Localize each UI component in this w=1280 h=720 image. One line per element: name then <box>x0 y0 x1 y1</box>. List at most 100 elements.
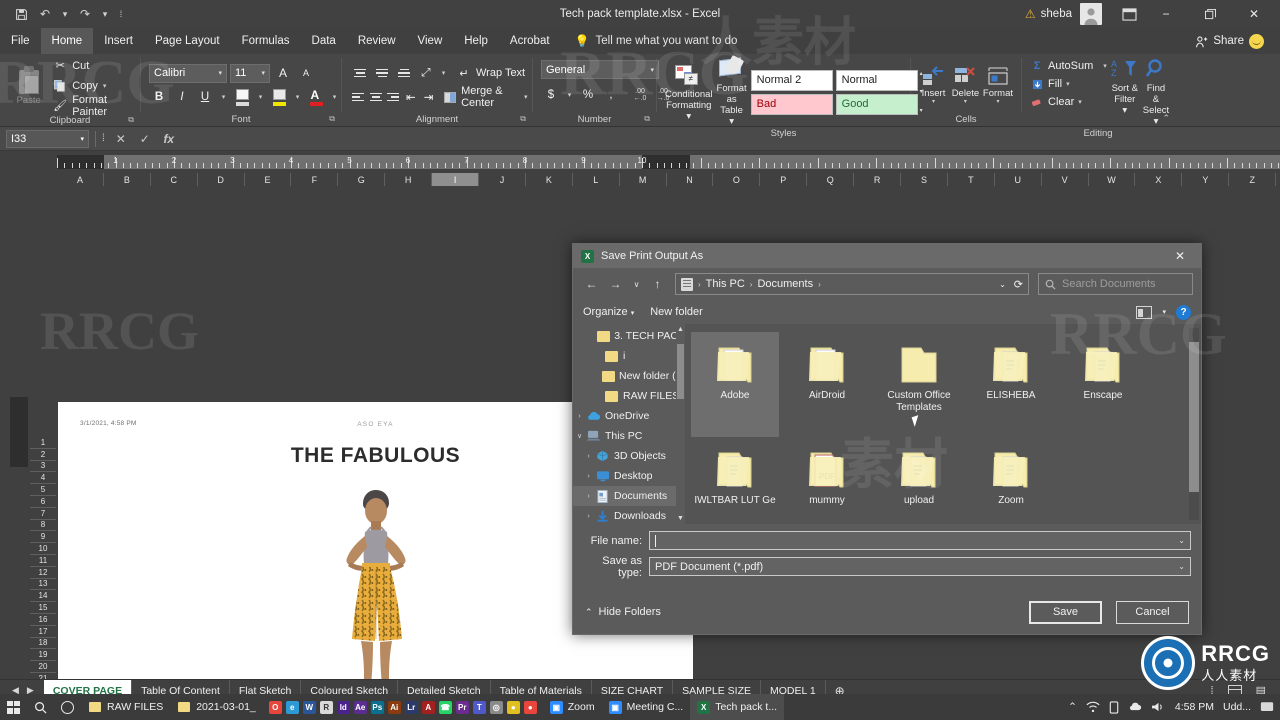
file-item[interactable]: upload <box>875 437 963 524</box>
file-item[interactable]: PDF mummy <box>783 437 871 524</box>
number-format-combo[interactable]: General ▾ <box>541 60 659 79</box>
edge-icon[interactable]: e <box>285 700 299 714</box>
row-header-11[interactable]: 11 <box>30 555 56 567</box>
teams-icon[interactable]: T <box>472 700 486 714</box>
column-header-G[interactable]: G <box>338 173 386 186</box>
column-header-R[interactable]: R <box>854 173 902 186</box>
tree-expander-icon[interactable]: › <box>582 493 595 500</box>
save-button[interactable]: Save <box>1029 600 1102 624</box>
breadcrumb-documents[interactable]: Documents <box>757 278 813 290</box>
insert-cells-button[interactable]: Insert ▾ <box>919 65 948 105</box>
merge-dropdown-icon[interactable]: ▾ <box>524 93 528 101</box>
redo-dropdown-icon[interactable]: ▾ <box>98 4 112 24</box>
decrease-indent-button[interactable]: ⇤ <box>403 88 419 107</box>
align-bottom-button[interactable] <box>394 64 414 83</box>
file-item[interactable]: AirDroid <box>783 332 871 437</box>
word-icon[interactable]: W <box>302 700 316 714</box>
navigation-tree[interactable]: 3. TECH PACK i New folder (2) RAW FILES › One… <box>573 324 685 524</box>
account-name[interactable]: sheba <box>1041 8 1072 20</box>
formula-bar-handle[interactable]: ⁞ <box>102 133 105 144</box>
copy-button[interactable]: Copy ▾ <box>53 77 132 94</box>
tray-clock-date[interactable]: Udd... <box>1223 701 1251 713</box>
row-header-15[interactable]: 15 <box>30 602 56 614</box>
column-header-A[interactable]: A <box>57 173 104 186</box>
borders-button[interactable] <box>232 88 252 107</box>
column-header-L[interactable]: L <box>573 173 620 186</box>
clear-dropdown-icon[interactable]: ▾ <box>1078 98 1082 106</box>
column-header-O[interactable]: O <box>713 173 761 186</box>
align-top-button[interactable] <box>350 64 370 83</box>
acrobat-icon[interactable]: A <box>421 700 435 714</box>
tree-expander-icon[interactable]: › <box>582 453 595 460</box>
insert-function-icon[interactable]: fx <box>157 129 181 149</box>
tray-clock-time[interactable]: 4:58 PM <box>1175 701 1214 713</box>
cancel-button[interactable]: Cancel <box>1116 600 1189 624</box>
tree-expander-icon[interactable]: ∨ <box>573 432 586 440</box>
refresh-icon[interactable]: ⟳ <box>1014 278 1023 291</box>
borders-dropdown-icon[interactable]: ▾ <box>255 88 266 107</box>
taskbar-window-zoom[interactable]: ▣ Zoom <box>543 694 602 720</box>
format-cells-button[interactable]: Format ▾ <box>983 65 1013 105</box>
row-header-6[interactable]: 6 <box>30 496 56 508</box>
column-header-C[interactable]: C <box>151 173 198 186</box>
delete-cells-button[interactable]: Delete ▾ <box>951 65 980 105</box>
font-size-combo[interactable]: 11 ▾ <box>230 63 270 83</box>
save-as-type-select[interactable]: PDF Document (*.pdf) ⌄ <box>649 557 1191 576</box>
fill-color-button[interactable] <box>269 88 289 107</box>
paste-button[interactable]: Paste <box>8 65 49 106</box>
cell-styles-gallery[interactable]: Normal 2 Normal Bad Good <box>750 69 918 115</box>
underline-button[interactable]: U <box>195 88 215 107</box>
row-header-3[interactable]: 3 <box>30 461 56 473</box>
taskbar-window-tech-pack-t[interactable]: X Tech pack t... <box>690 694 785 720</box>
merge-center-button[interactable]: Merge & Center ▾ <box>444 85 528 109</box>
align-center-button[interactable] <box>368 88 384 107</box>
tree-item-raw-files[interactable]: RAW FILES <box>573 386 685 406</box>
undo-dropdown-icon[interactable]: ▾ <box>58 4 72 24</box>
notes-icon[interactable]: ● <box>506 700 520 714</box>
column-header-V[interactable]: V <box>1042 173 1089 186</box>
tab-formulas[interactable]: Formulas <box>231 28 301 54</box>
column-header-U[interactable]: U <box>995 173 1042 186</box>
row-header-8[interactable]: 8 <box>30 520 56 532</box>
row-header-17[interactable]: 17 <box>30 626 56 638</box>
row-header-5[interactable]: 5 <box>30 484 56 496</box>
save-print-output-dialog[interactable]: X Save Print Output As ✕ ← → ∨ ↑ › This … <box>572 243 1202 635</box>
column-header-X[interactable]: X <box>1135 173 1183 186</box>
orientation-dropdown-icon[interactable]: ▾ <box>438 64 449 83</box>
column-header-D[interactable]: D <box>198 173 245 186</box>
tell-me-search[interactable]: 💡 Tell me what you want to do <box>561 28 738 54</box>
tree-item-this-pc[interactable]: ∨ This PC <box>573 426 685 446</box>
save-icon[interactable] <box>10 4 32 24</box>
format-painter-button[interactable]: 🖌 Format Painter <box>53 94 132 118</box>
font-dialog-launcher[interactable]: ⧉ <box>329 112 335 125</box>
tree-item-3-tech-pack[interactable]: 3. TECH PACK <box>573 326 685 346</box>
aftereffects-icon[interactable]: Ae <box>353 700 367 714</box>
italic-button[interactable]: I <box>172 88 192 107</box>
cancel-icon[interactable]: ✕ <box>109 129 133 149</box>
format-dropdown-icon[interactable]: ▾ <box>996 99 999 105</box>
breadcrumb-dropdown-icon[interactable]: ⌄ <box>999 280 1006 289</box>
column-header-P[interactable]: P <box>760 173 808 186</box>
column-header-F[interactable]: F <box>291 173 339 186</box>
row-header-2[interactable]: 2 <box>30 449 56 461</box>
tree-item-documents[interactable]: › Documents <box>573 486 685 506</box>
row-header-21[interactable]: 21 <box>30 673 56 679</box>
share-button[interactable]: Share <box>1195 28 1280 54</box>
increase-decimal-icon[interactable]: .00 ←.0 <box>630 85 650 104</box>
files-scroll-thumb[interactable] <box>1189 342 1199 492</box>
up-one-level-button[interactable]: ↑ <box>647 274 668 295</box>
tree-expander-icon[interactable]: › <box>573 413 586 420</box>
feedback-smiley-icon[interactable] <box>1249 33 1264 49</box>
tree-scrollbar[interactable]: ▲ ▼ <box>676 324 685 524</box>
file-item[interactable]: IWLTBAR LUT Ge <box>691 437 779 524</box>
tab-page-layout[interactable]: Page Layout <box>144 28 231 54</box>
recent-locations-icon[interactable]: ∨ <box>629 274 644 295</box>
row-header-10[interactable]: 10 <box>30 543 56 555</box>
align-middle-button[interactable] <box>372 64 392 83</box>
row-headers[interactable]: 1234567891011121314151617181920212223242… <box>30 437 56 679</box>
font-name-combo[interactable]: Calibri ▾ <box>149 63 227 83</box>
tree-expander-icon[interactable]: › <box>582 513 595 520</box>
copy-dropdown-icon[interactable]: ▾ <box>103 82 107 90</box>
fill-color-dropdown-icon[interactable]: ▾ <box>292 88 303 107</box>
hide-folders-button[interactable]: ⌃ Hide Folders <box>585 606 661 618</box>
